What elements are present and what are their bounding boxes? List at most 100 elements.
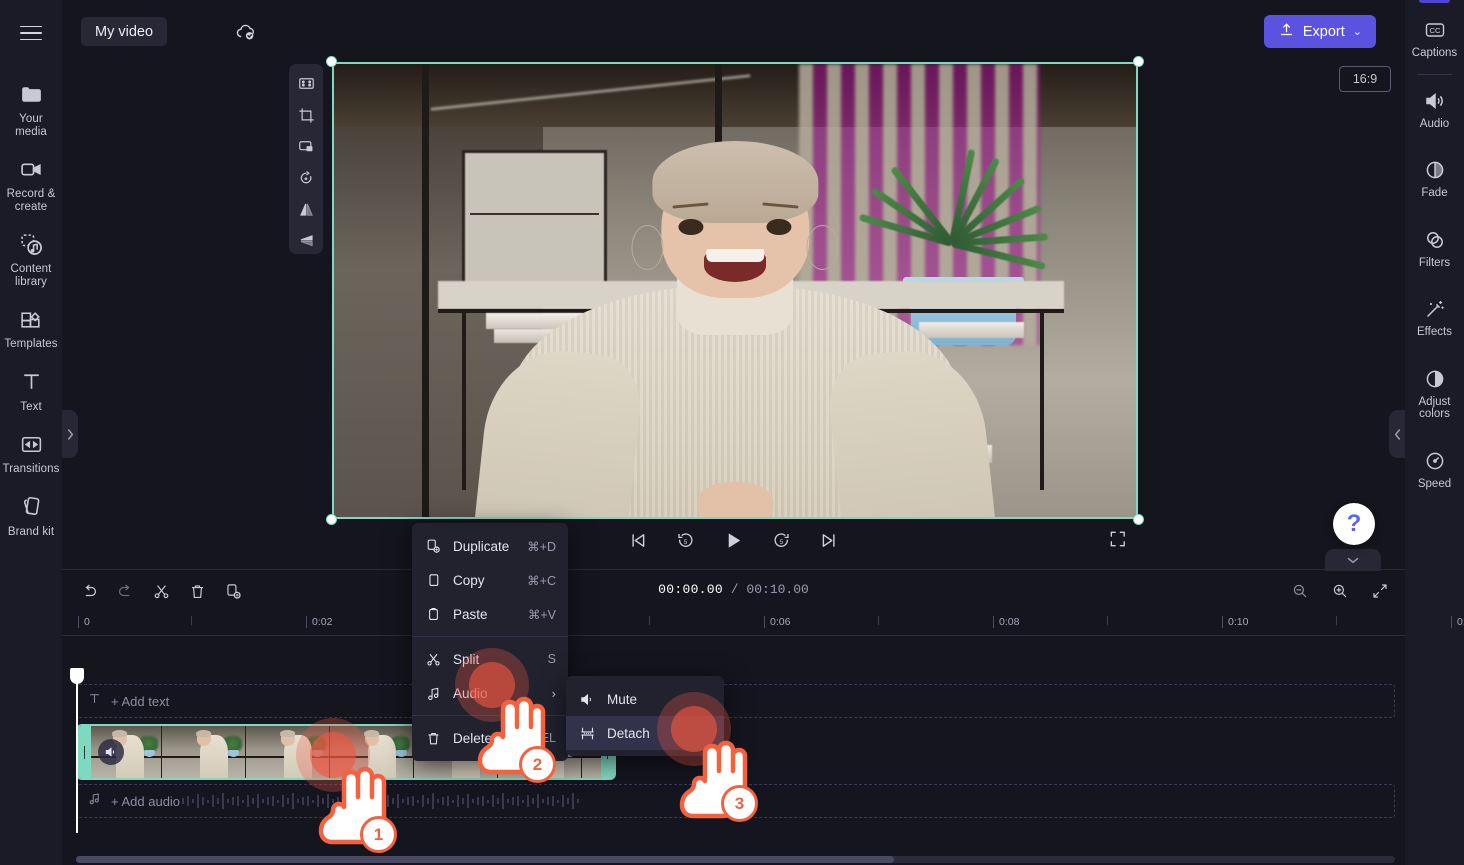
top-bar: My video Export ⌄: [62, 0, 1405, 62]
paste-icon: [424, 605, 443, 624]
templates-icon: [18, 306, 44, 332]
rail-item-effects[interactable]: Effects: [1405, 289, 1464, 347]
add-audio-track[interactable]: + Add audio: [76, 784, 1395, 818]
rail-item-fade[interactable]: Fade: [1405, 150, 1464, 208]
add-text-label: + Add text: [111, 693, 170, 709]
playback-controls: 5 5: [62, 521, 1405, 565]
clip-audio-toggle[interactable]: [98, 739, 124, 765]
duplicate-icon: [424, 537, 443, 556]
context-menu-item-split[interactable]: Split S: [412, 642, 568, 676]
zoom-out-icon[interactable]: [1287, 578, 1313, 604]
left-sidebar: Your media Record & create Content libra…: [0, 0, 62, 865]
rail-item-adjust-colors[interactable]: Adjust colors: [1405, 359, 1464, 429]
clipchamp-editor: Your media Record & create Content libra…: [0, 0, 1464, 865]
ruler-tick: 0:08: [992, 616, 1020, 628]
fit-timeline-icon[interactable]: [1367, 578, 1393, 604]
add-text-track[interactable]: + Add text: [76, 684, 1395, 718]
sidebar-item-brand-kit[interactable]: Brand kit: [0, 485, 62, 548]
sidebar-item-your-media[interactable]: Your media: [0, 72, 62, 147]
export-label: Export: [1302, 23, 1345, 40]
sidebar-item-content-library[interactable]: Content library: [0, 222, 62, 297]
submenu-item-mute[interactable]: Mute: [566, 682, 724, 716]
timeline-scrollbar-thumb[interactable]: [76, 856, 894, 863]
speedometer-icon: [1423, 449, 1447, 473]
export-button[interactable]: Export ⌄: [1263, 15, 1376, 48]
context-menu-item-paste[interactable]: Paste ⌘+V: [412, 597, 568, 631]
video-camera-icon: [18, 156, 44, 182]
context-menu-item-delete[interactable]: Delete DEL: [412, 721, 568, 755]
rail-item-captions[interactable]: CC Captions: [1405, 10, 1464, 68]
rewind-5-icon[interactable]: 5: [673, 527, 699, 553]
selection-border: [332, 62, 1138, 519]
music-note-icon: [87, 791, 102, 811]
forward-5-icon[interactable]: 5: [769, 527, 795, 553]
crop-icon[interactable]: [293, 103, 319, 129]
aspect-ratio-badge[interactable]: 16:9: [1339, 66, 1391, 92]
video-preview[interactable]: [326, 56, 1144, 525]
context-menu-item-duplicate[interactable]: Duplicate ⌘+D: [412, 529, 568, 563]
redo-icon[interactable]: [112, 578, 138, 604]
rotate-icon[interactable]: [293, 166, 319, 192]
play-button[interactable]: [721, 527, 747, 553]
rail-item-filters[interactable]: Filters: [1405, 220, 1464, 278]
filters-icon: [1423, 228, 1447, 252]
timeline-collapse-toggle[interactable]: [1325, 549, 1381, 571]
sidebar-item-label: Templates: [4, 338, 58, 350]
timeline-ruler[interactable]: 0 0:02 0:04 0:06 0:08 0:10 0:12: [62, 610, 1464, 636]
undo-icon[interactable]: [76, 578, 102, 604]
flip-vertical-icon[interactable]: [293, 229, 319, 255]
ruler-tick: 0: [78, 616, 90, 628]
rail-item-label: Captions: [1411, 47, 1458, 59]
scissors-icon: [424, 650, 443, 669]
delete-icon[interactable]: [184, 578, 210, 604]
sidebar-item-label: Your media: [15, 113, 47, 138]
duplicate-icon[interactable]: [220, 578, 246, 604]
right-sidebar: CC Captions Audio Fade Filters Effects A…: [1405, 0, 1464, 865]
timeline-toolbar: 00:00.00 / 00:10.00: [62, 570, 1405, 610]
right-panel-collapse-toggle[interactable]: [1389, 410, 1405, 458]
skip-to-start-icon[interactable]: [625, 527, 651, 553]
context-menu-item-audio[interactable]: Audio ›: [412, 676, 568, 710]
sidebar-item-record-create[interactable]: Record & create: [0, 147, 62, 222]
fit-to-frame-icon[interactable]: [293, 71, 319, 97]
flip-horizontal-icon[interactable]: [293, 197, 319, 223]
playhead[interactable]: [70, 668, 84, 833]
trash-icon: [424, 729, 443, 748]
hamburger-icon[interactable]: [14, 16, 48, 50]
add-audio-label: + Add audio: [111, 793, 181, 809]
resize-handle-top-left[interactable]: [326, 56, 337, 67]
fade-icon: [1423, 158, 1447, 182]
clip-trim-handle-left[interactable]: [78, 726, 91, 778]
timeline-scrollbar[interactable]: [76, 856, 1395, 863]
resize-handle-top-right[interactable]: [1133, 56, 1144, 67]
preview-stage: 16:9 5 5: [62, 56, 1405, 569]
playhead-handle[interactable]: [70, 668, 84, 684]
zoom-in-icon[interactable]: [1327, 578, 1353, 604]
sidebar-item-text[interactable]: Text: [0, 360, 62, 423]
sidebar-item-transitions[interactable]: Transitions: [0, 422, 62, 485]
help-button[interactable]: ?: [1333, 503, 1375, 545]
cloud-check-icon[interactable]: [234, 20, 258, 44]
question-mark-icon: ?: [1346, 510, 1362, 537]
context-menu-shortcut: S: [547, 652, 556, 666]
fullscreen-icon[interactable]: [1108, 529, 1132, 553]
sidebar-item-label: Transitions: [2, 463, 60, 475]
left-panel-collapse-toggle[interactable]: [62, 410, 78, 458]
brand-kit-icon: [18, 494, 44, 520]
transitions-icon: [18, 431, 44, 457]
context-menu-label: Delete: [453, 730, 493, 746]
project-name-field[interactable]: My video: [81, 17, 168, 46]
split-icon[interactable]: [148, 578, 174, 604]
folder-icon: [18, 81, 44, 107]
timecode-display: 00:00.00 / 00:10.00: [658, 582, 809, 597]
context-menu-item-copy[interactable]: Copy ⌘+C: [412, 563, 568, 597]
rail-divider: [1417, 73, 1452, 75]
rail-item-audio[interactable]: Audio: [1405, 81, 1464, 139]
skip-to-end-icon[interactable]: [817, 527, 843, 553]
picture-in-picture-icon[interactable]: [293, 134, 319, 160]
sidebar-item-templates[interactable]: Templates: [0, 297, 62, 360]
context-menu-separator: [412, 636, 568, 637]
rail-item-speed[interactable]: Speed: [1405, 441, 1464, 499]
submenu-item-detach[interactable]: Detach: [566, 716, 724, 750]
svg-text:CC: CC: [1429, 26, 1440, 35]
